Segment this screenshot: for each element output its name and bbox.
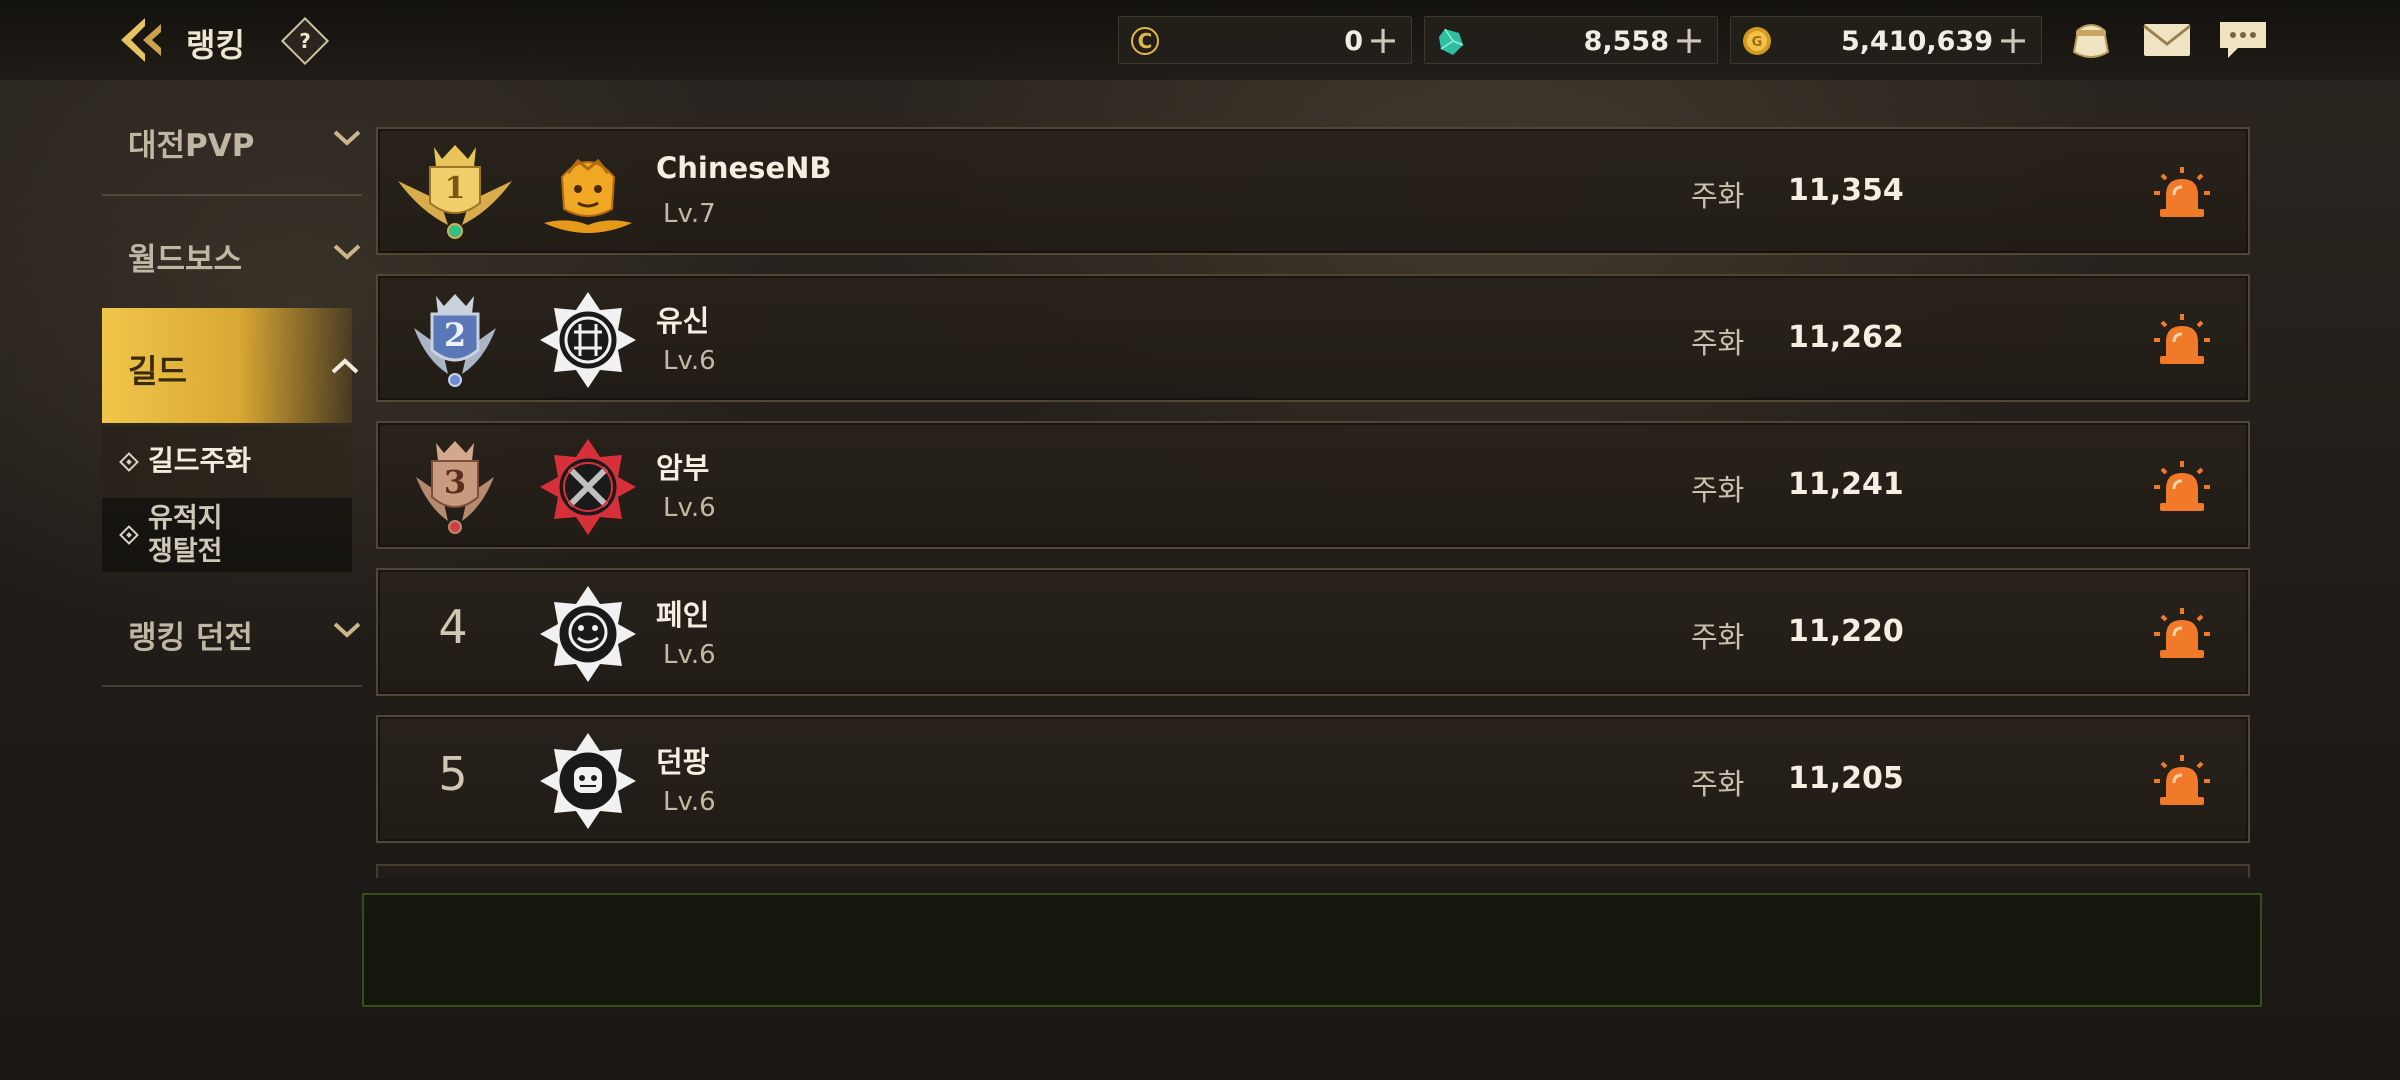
- subitem-ruins-battle[interactable]: 유적지 쟁탈전: [102, 498, 352, 572]
- add-currency-button[interactable]: +: [1673, 19, 1705, 61]
- rank-number: 2: [444, 316, 466, 354]
- svg-text:G: G: [1752, 35, 1763, 50]
- category-ranking-dungeon[interactable]: 랭킹 던전: [102, 576, 362, 686]
- guild-level: Lv.6: [663, 640, 716, 670]
- report-siren-icon[interactable]: [2152, 753, 2212, 809]
- currency-gem: 8,558 +: [1424, 16, 1718, 64]
- stat-label: 주화: [1691, 620, 1745, 654]
- gold-rank-badge-icon: 1: [398, 145, 512, 239]
- mail-icon: [2143, 24, 2191, 56]
- guild-emblem-icon: [540, 292, 636, 388]
- category-label: 길드: [128, 352, 187, 390]
- ranking-row[interactable]: 5 던팡 Lv.6 주화 11,205: [376, 715, 2250, 843]
- add-currency-button[interactable]: +: [1367, 19, 1399, 61]
- guild-emblem-icon: [540, 733, 636, 829]
- subitem-guild-coin[interactable]: 길드주화: [102, 426, 352, 498]
- rank-number: 3: [444, 463, 466, 501]
- currency-c-coin: C 0 +: [1118, 16, 1412, 64]
- guild-level: Lv.7: [663, 199, 716, 229]
- back-arrow-icon: [121, 18, 161, 62]
- add-currency-button[interactable]: +: [1997, 19, 2029, 61]
- chevron-down-icon: [333, 130, 361, 146]
- gold-coin-icon: G: [1743, 27, 1771, 55]
- svg-text:C: C: [1138, 29, 1153, 53]
- guild-level: Lv.6: [663, 493, 716, 523]
- category-label: 랭킹 던전: [128, 620, 253, 656]
- category-world-boss[interactable]: 월드보스: [102, 198, 362, 308]
- ranking-row-partial: [376, 864, 2250, 878]
- stat-value: 11,262: [1788, 320, 1904, 355]
- bronze-rank-badge-icon: 3: [416, 441, 494, 534]
- stat-label: 주화: [1691, 473, 1745, 507]
- ranking-row[interactable]: 1 ChineseNB Lv.7 주화 11,354: [376, 127, 2250, 255]
- guild-name: 페인: [656, 598, 710, 632]
- help-button[interactable]: ?: [280, 16, 330, 66]
- guild-level: Lv.6: [663, 346, 716, 376]
- ranking-row[interactable]: 2 유신 Lv.6 주화 11,262: [376, 274, 2250, 402]
- stat-value: 11,220: [1788, 614, 1904, 649]
- subitem-label: 유적지 쟁탈전: [148, 503, 223, 567]
- subitem-label: 길드주화: [148, 444, 252, 477]
- chevron-up-icon: [331, 358, 359, 374]
- chat-button[interactable]: [2216, 16, 2270, 64]
- ranking-row[interactable]: 3 암부 Lv.6 주화 11,241: [376, 421, 2250, 549]
- guild-level: Lv.6: [663, 787, 716, 817]
- report-siren-icon[interactable]: [2152, 312, 2212, 368]
- back-button[interactable]: [115, 14, 171, 66]
- category-guild[interactable]: 길드: [102, 308, 359, 423]
- currency-gold: G 5,410,639 +: [1730, 16, 2042, 64]
- stat-label: 주화: [1691, 179, 1745, 213]
- chevron-down-icon: [333, 244, 361, 260]
- ranking-row[interactable]: 4 페인 Lv.6 주화 11,220: [376, 568, 2250, 696]
- rank-number: 1: [445, 171, 466, 206]
- guild-name: 유신: [656, 304, 710, 338]
- category-pvp[interactable]: 대전PVP: [102, 84, 362, 194]
- rank-number: 5: [438, 747, 468, 801]
- report-siren-icon[interactable]: [2152, 459, 2212, 515]
- silver-rank-badge-icon: 2: [414, 294, 496, 387]
- diamond-bullet-icon: [119, 525, 139, 545]
- chat-icon: [2220, 22, 2266, 58]
- divider: [102, 194, 362, 196]
- c-coin-icon: C: [1131, 27, 1159, 55]
- guild-name: 던팡: [656, 745, 710, 779]
- guild-emblem-icon: [540, 439, 636, 535]
- stat-value: 11,205: [1788, 761, 1904, 796]
- my-guild-panel: [362, 893, 2262, 1007]
- currency-value: 5,410,639: [1840, 26, 1993, 57]
- pouch-icon: [2072, 24, 2110, 58]
- chevron-down-icon: [333, 622, 361, 638]
- stat-value: 11,354: [1788, 173, 1904, 208]
- report-siren-icon[interactable]: [2152, 165, 2212, 221]
- page-title: 랭킹: [186, 26, 245, 64]
- rank-number: 4: [438, 600, 468, 654]
- top-bar: 랭킹 ? C 0 + 8,558 + G 5,410,639 +: [0, 0, 2400, 80]
- category-label: 대전PVP: [128, 128, 255, 164]
- divider: [102, 685, 362, 687]
- category-label: 월드보스: [128, 242, 243, 278]
- stat-label: 주화: [1691, 326, 1745, 360]
- guild-emblem-icon: [544, 158, 632, 233]
- currency-value: 0: [1344, 26, 1363, 57]
- guild-name: 암부: [656, 451, 710, 485]
- pouch-button[interactable]: [2064, 16, 2118, 64]
- diamond-bullet-icon: [119, 452, 139, 472]
- green-gem-icon: [1439, 28, 1464, 55]
- help-icon: ?: [299, 29, 311, 53]
- mail-button[interactable]: [2140, 16, 2194, 64]
- stat-value: 11,241: [1788, 467, 1904, 502]
- guild-name: ChineseNB: [656, 151, 832, 185]
- stat-label: 주화: [1691, 767, 1745, 801]
- currency-value: 8,558: [1583, 26, 1669, 57]
- guild-emblem-icon: [540, 586, 636, 682]
- report-siren-icon[interactable]: [2152, 606, 2212, 662]
